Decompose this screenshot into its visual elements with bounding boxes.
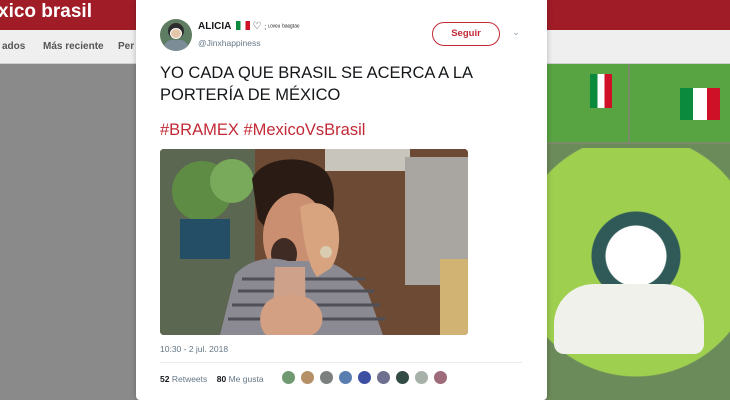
user-handle[interactable]: @Jinxhappiness <box>198 38 261 48</box>
liker-avatar[interactable] <box>433 370 448 385</box>
tweet-card: ALICIA ♡ ; ᶫᵒᵛᵉᵘ ᵇᵃᵉᵍᵗᵃᵉ @Jinxhappiness … <box>136 0 547 400</box>
liker-avatar[interactable] <box>357 370 372 385</box>
liker-avatar[interactable] <box>338 370 353 385</box>
tweet-text: YO CADA QUE BRASIL SE ACERCA A LA PORTER… <box>160 64 473 104</box>
chevron-down-icon[interactable]: ⌄ <box>510 27 522 39</box>
mexico-flag-icon <box>235 21 250 30</box>
tweet-media[interactable] <box>160 149 468 335</box>
liker-avatar[interactable] <box>395 370 410 385</box>
tweet-hashtags[interactable]: #BRAMEX #MexicoVsBrasil <box>160 121 365 140</box>
brand-title: xico brasil <box>0 1 92 22</box>
tweet-media-image <box>160 149 468 335</box>
liker-avatar[interactable] <box>414 370 429 385</box>
heart-icon: ♡ <box>252 21 262 32</box>
divider <box>160 362 522 363</box>
retweets-count[interactable]: 52 <box>160 374 169 384</box>
liker-avatar[interactable] <box>376 370 391 385</box>
likes-label[interactable]: Me gusta <box>229 374 264 384</box>
name-suffix: ; ᶫᵒᵛᵉᵘ ᵇᵃᵉᵍᵗᵃᵉ <box>264 24 300 31</box>
liker-avatar[interactable] <box>319 370 334 385</box>
follow-button[interactable]: Seguir <box>432 22 500 46</box>
avatar[interactable] <box>160 19 192 51</box>
liker-avatar[interactable] <box>281 370 296 385</box>
retweets-label[interactable]: Retweets <box>172 374 207 384</box>
nav-item-most-recent[interactable]: Más reciente <box>43 30 104 64</box>
background-image-strip <box>546 64 730 400</box>
liker-avatar[interactable] <box>300 370 315 385</box>
nav-item-ados[interactable]: ados <box>2 30 25 64</box>
nav-item-per[interactable]: Per <box>118 30 134 64</box>
likes-count[interactable]: 80 <box>217 374 226 384</box>
tweet-timestamp[interactable]: 10:30 - 2 jul. 2018 <box>160 344 228 354</box>
display-name[interactable]: ALICIA ♡ ; ᶫᵒᵛᵉᵘ ᵇᵃᵉᵍᵗᵃᵉ <box>198 21 299 32</box>
display-name-text: ALICIA <box>198 21 231 32</box>
tweet-stats: 52 Retweets 80 Me gusta <box>160 374 264 384</box>
